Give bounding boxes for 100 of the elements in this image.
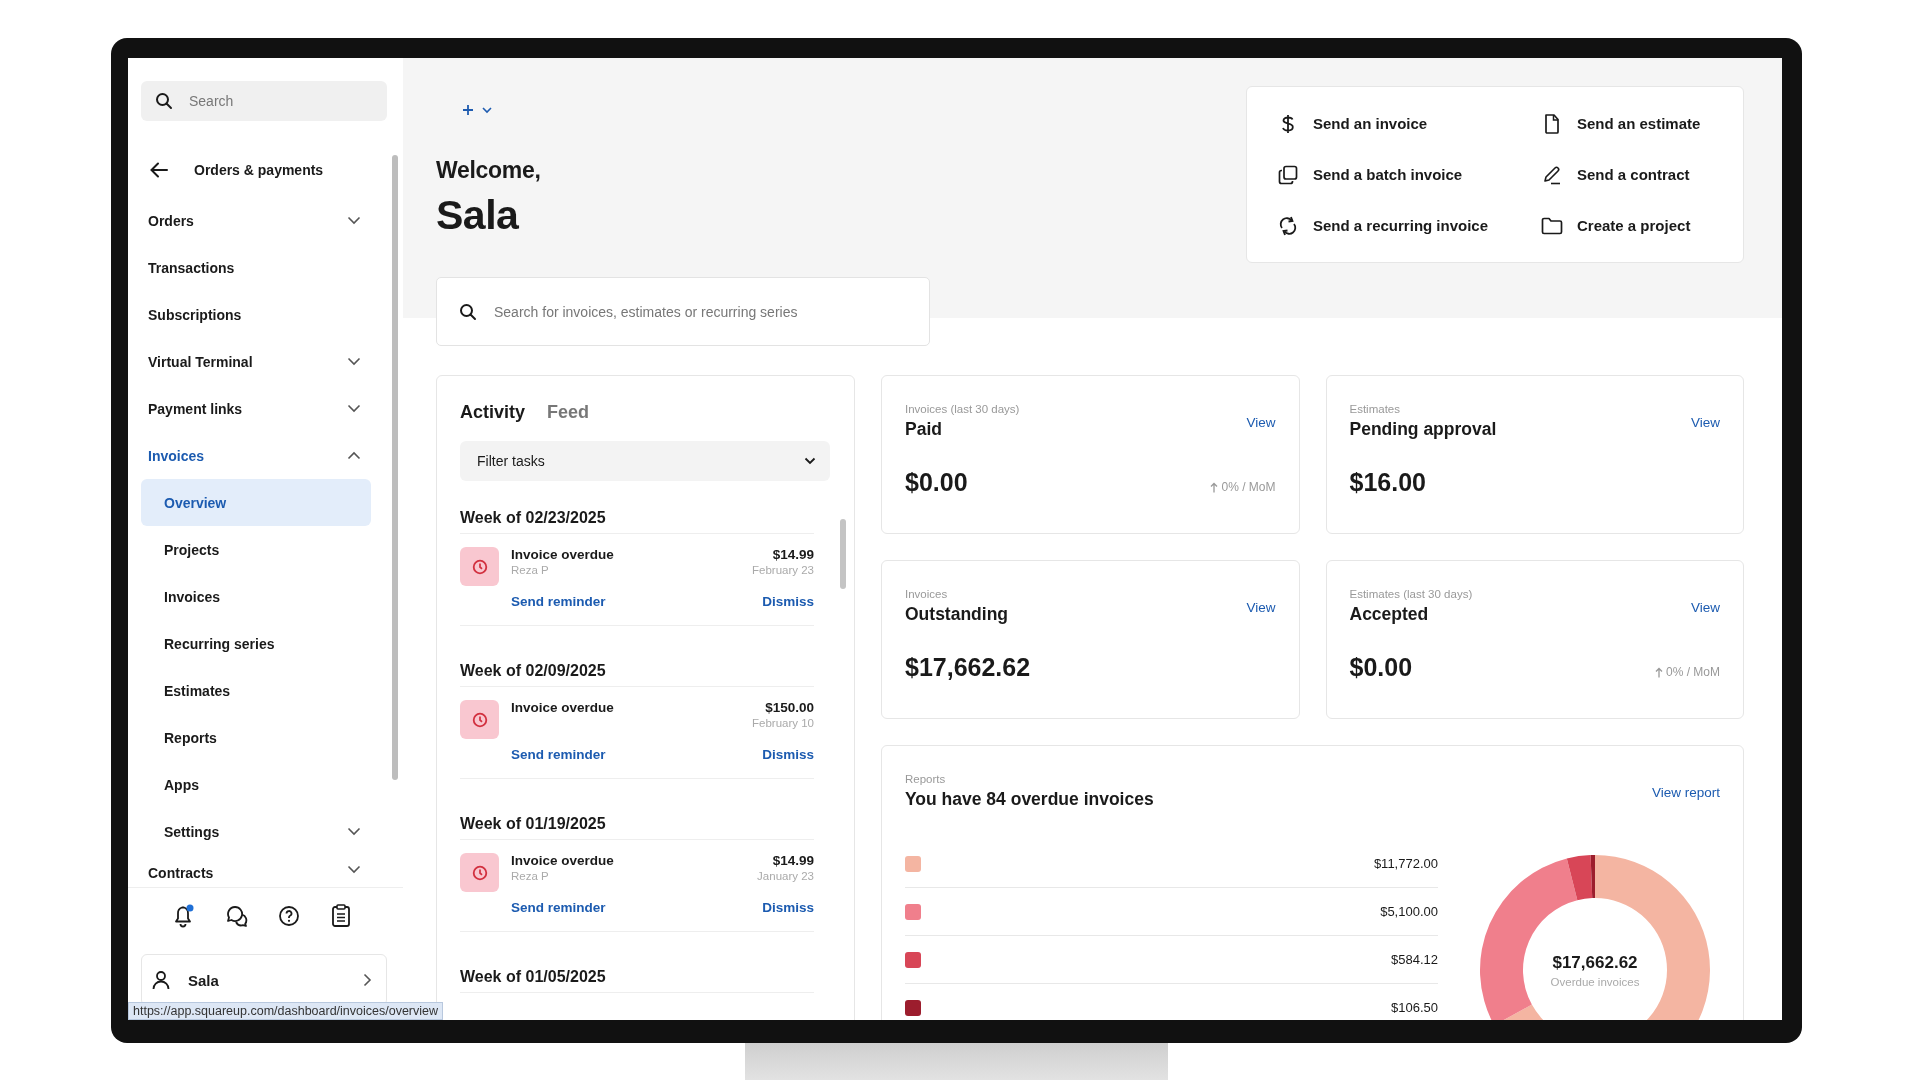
card-title: Paid xyxy=(905,419,943,440)
nav-item[interactable]: Virtual Terminal xyxy=(141,338,371,385)
quick-action-link[interactable]: Create a project xyxy=(1541,213,1743,238)
chevron-down-icon xyxy=(804,457,816,465)
nav-item[interactable]: Settings xyxy=(141,808,371,855)
nav-item[interactable]: Subscriptions xyxy=(141,291,371,338)
card-caption: Invoices (last 30 days) xyxy=(905,403,1020,415)
scrollbar[interactable] xyxy=(392,155,398,780)
action-link[interactable]: Send reminder xyxy=(511,747,606,762)
change-text: 0% / MoM xyxy=(1221,480,1276,494)
week-heading: Week of 02/23/2025 xyxy=(460,509,814,534)
quick-action-link[interactable]: Send a batch invoice xyxy=(1277,162,1541,187)
donut-label: Overdue invoices xyxy=(1550,975,1640,988)
task-title: Invoice overdue xyxy=(511,853,614,868)
nav-item[interactable]: Transactions xyxy=(141,244,371,291)
card-caption: Invoices xyxy=(905,588,949,600)
search-icon xyxy=(459,302,477,321)
pen-icon xyxy=(1542,164,1562,185)
clock-icon xyxy=(460,547,499,586)
task-date: February 10 xyxy=(752,717,814,729)
user-name-heading: Sala xyxy=(436,192,520,239)
card-title: You have 84 overdue invoices xyxy=(905,789,1154,810)
folder-icon xyxy=(1541,216,1563,235)
search-field[interactable]: Search xyxy=(141,81,387,121)
task-amount: $14.99 xyxy=(772,853,814,868)
copy-icon xyxy=(1278,164,1298,185)
person-icon xyxy=(152,970,170,990)
customer-name: Reza P xyxy=(511,870,549,882)
nav-item[interactable]: Payment links xyxy=(141,385,371,432)
stat-value: $16.00 xyxy=(1349,468,1426,497)
view-link[interactable]: View xyxy=(1690,415,1720,430)
legend-amount: $11,772.00 xyxy=(1373,856,1438,871)
task-date: February 23 xyxy=(752,564,814,576)
quick-action-link[interactable]: Send an estimate xyxy=(1541,111,1743,136)
task-title: Invoice overdue xyxy=(511,700,614,715)
dollar-icon xyxy=(1281,113,1295,134)
card-caption: Reports xyxy=(905,773,947,785)
arrow-up-icon xyxy=(1210,481,1219,493)
welcome-heading: Welcome, xyxy=(436,157,542,184)
quick-action-link[interactable]: Send an invoice xyxy=(1277,111,1541,136)
scrollbar[interactable] xyxy=(840,519,846,589)
search-input[interactable]: Search for invoices, estimates or recurring series xyxy=(492,302,916,321)
task-date: January 23 xyxy=(757,870,814,882)
view-report-link[interactable]: View report xyxy=(1651,785,1720,800)
card-title: Accepted xyxy=(1349,604,1430,625)
legend-amount: $5,100.00 xyxy=(1380,904,1438,919)
nav-item[interactable]: Apps xyxy=(141,761,371,808)
nav-item[interactable]: Contracts xyxy=(141,855,371,885)
action-link[interactable]: Dismiss xyxy=(762,747,814,762)
week-heading: Week of 01/19/2025 xyxy=(460,815,814,840)
quick-action-link[interactable]: Send a contract xyxy=(1541,162,1743,187)
stat-value: $0.00 xyxy=(905,468,968,497)
card-caption: Estimates (last 30 days) xyxy=(1349,588,1473,600)
view-link[interactable]: View xyxy=(1246,415,1276,430)
nav-item[interactable]: Overview xyxy=(141,479,371,526)
back-arrow-icon[interactable] xyxy=(150,162,168,178)
nav-item[interactable]: Invoices xyxy=(141,573,371,620)
clock-icon xyxy=(460,853,499,892)
card-title: Pending approval xyxy=(1349,419,1497,440)
nav-item[interactable]: Reports xyxy=(141,714,371,761)
task-title: Invoice overdue xyxy=(511,547,614,562)
nav-item[interactable]: Estimates xyxy=(141,667,371,714)
legend-amount: $584.12 xyxy=(1391,952,1438,967)
quick-action-link[interactable]: Send a recurring invoice xyxy=(1277,213,1541,238)
action-link[interactable]: Send reminder xyxy=(511,900,606,915)
action-link[interactable]: Dismiss xyxy=(762,594,814,609)
stat-value: $17,662.62 xyxy=(905,653,1031,682)
arrow-up-icon xyxy=(1655,666,1663,678)
stat-value: $0.00 xyxy=(1349,653,1413,682)
clipboard-icon[interactable] xyxy=(330,904,351,928)
change-text: 0% / MoM xyxy=(1666,665,1720,679)
view-link[interactable]: View xyxy=(1246,600,1276,615)
tab[interactable]: Activity xyxy=(460,402,526,423)
week-heading: Week of 01/05/2025 xyxy=(460,968,814,993)
clock-icon xyxy=(460,700,499,739)
nav-item[interactable]: Orders xyxy=(141,197,371,244)
action-link[interactable]: Dismiss xyxy=(762,900,814,915)
task-amount: $150.00 xyxy=(765,700,814,715)
week-heading: Week of 02/09/2025 xyxy=(460,662,814,687)
search-input[interactable]: Search xyxy=(187,92,361,110)
nav-item[interactable]: Recurring series xyxy=(141,620,371,667)
refresh-icon xyxy=(1279,215,1297,236)
card-caption: Estimates xyxy=(1349,403,1401,415)
nav-item[interactable]: Invoices xyxy=(141,432,371,479)
chevron-right-icon xyxy=(363,973,372,987)
section-title: Orders & payments xyxy=(194,162,324,178)
customer-name: Reza P xyxy=(511,564,549,576)
donut-total: $17,662.62 xyxy=(1552,952,1638,973)
tab[interactable]: Feed xyxy=(547,402,590,423)
card-title: Outstanding xyxy=(905,604,1009,625)
help-icon[interactable] xyxy=(278,905,301,927)
search-field[interactable]: Search for invoices, estimates or recurring series xyxy=(436,277,930,346)
status-url: https://app.squareup.com/dashboard/invoices/overview xyxy=(128,1002,444,1020)
action-link[interactable]: Send reminder xyxy=(511,594,606,609)
filter-dropdown[interactable]: Filter tasks xyxy=(460,441,830,481)
bell-icon[interactable] xyxy=(173,904,196,928)
document-icon xyxy=(1544,113,1560,134)
chat-icon[interactable] xyxy=(225,905,248,927)
nav-item[interactable]: Projects xyxy=(141,526,371,573)
view-link[interactable]: View xyxy=(1690,600,1720,615)
